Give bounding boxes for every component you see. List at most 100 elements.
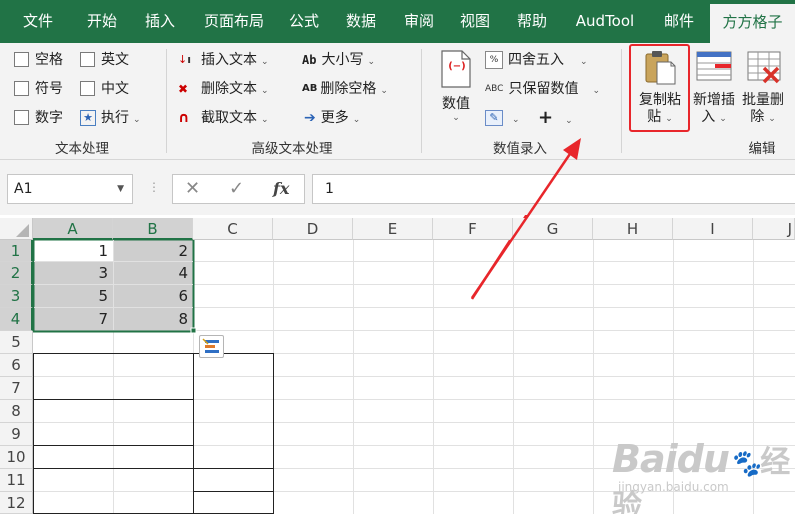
chevron-down-icon: ⌄	[261, 57, 269, 67]
row-header-1[interactable]: 1	[0, 240, 33, 262]
edit-cell-button[interactable]: ✎ ⌄	[485, 106, 520, 130]
name-box[interactable]: A1 ▼	[7, 174, 133, 204]
delete-spaces-button[interactable]: AB 删除空格 ⌄	[302, 77, 388, 101]
row-header-4[interactable]: 4	[0, 308, 33, 331]
checkbox-space[interactable]: 空格	[14, 48, 63, 72]
cell-a3[interactable]: 5	[33, 285, 113, 308]
checkbox-label: 符号	[35, 81, 63, 97]
cell-b2[interactable]: 4	[113, 262, 193, 285]
checkbox-symbol[interactable]: 符号	[14, 77, 63, 101]
fx-icon[interactable]: fx	[273, 179, 289, 198]
cell-a4[interactable]: 7	[33, 308, 113, 331]
checkbox-box[interactable]	[14, 109, 29, 125]
checkbox-box[interactable]	[80, 80, 95, 96]
column-header-e[interactable]: E	[353, 218, 433, 240]
column-header-f[interactable]: F	[433, 218, 513, 240]
checkbox-box[interactable]	[80, 51, 95, 67]
drag-handle-icon[interactable]: ⋮	[148, 180, 160, 194]
row-header-5[interactable]: 5	[0, 331, 33, 354]
delete-spaces-icon: AB	[302, 83, 318, 94]
group-separator	[621, 49, 622, 153]
checkbox-box[interactable]	[14, 51, 29, 67]
case-button[interactable]: Ab 大小写 ⌄	[302, 48, 375, 72]
insert-text-label: 插入文本	[201, 52, 257, 68]
chevron-down-icon: ⌄	[565, 116, 573, 126]
round-button[interactable]: % 四舍五入 ⌄	[485, 48, 588, 72]
group-label-text: 文本处理	[55, 141, 109, 157]
plus-button[interactable]: + ⌄	[538, 106, 573, 130]
batch-delete-button[interactable]: 批量删 除 ⌄	[738, 48, 788, 130]
copy-paste-label-2: 贴	[647, 109, 662, 125]
row-header-9[interactable]: 9	[0, 423, 33, 446]
new-insert-label-1: 新增插	[693, 92, 735, 108]
chevron-down-icon: ⌄	[452, 113, 460, 123]
tab-mail[interactable]: 邮件	[654, 0, 704, 43]
tab-fangfang[interactable]: 方方格子	[710, 4, 795, 43]
more-button[interactable]: ➔ 更多 ⌄	[304, 106, 360, 130]
row-header-12[interactable]: 12	[0, 492, 33, 514]
cancel-icon[interactable]: ✕	[185, 178, 200, 199]
pencil-table-icon: ✎	[485, 110, 503, 126]
select-all-corner[interactable]	[0, 218, 33, 240]
row-header-6[interactable]: 6	[0, 354, 33, 377]
column-header-a[interactable]: A	[33, 218, 113, 240]
confirm-icon[interactable]: ✓	[229, 178, 244, 199]
cell-b4[interactable]: 8	[113, 308, 193, 331]
extract-text-button[interactable]: ∩ 截取文本 ⌄	[178, 106, 269, 130]
tab-review[interactable]: 审阅	[394, 0, 444, 43]
group-label-advanced-text: 高级文本处理	[251, 141, 333, 157]
row-header-7[interactable]: 7	[0, 377, 33, 400]
execute-button[interactable]: ★ 执行 ⌄	[80, 106, 141, 130]
column-header-i[interactable]: I	[673, 218, 753, 240]
tab-file[interactable]: 文件	[10, 0, 66, 43]
column-header-j[interactable]: J	[753, 218, 795, 240]
row-header-11[interactable]: 11	[0, 469, 33, 492]
row-header-3[interactable]: 3	[0, 285, 33, 308]
formula-input[interactable]: 1	[312, 174, 795, 204]
new-insert-button[interactable]: 新增插 入 ⌄	[690, 48, 738, 130]
checkbox-number[interactable]: 数字	[14, 106, 63, 130]
extract-text-icon: ∩	[178, 110, 190, 126]
tab-home[interactable]: 开始	[74, 0, 130, 43]
tab-page-layout[interactable]: 页面布局	[196, 0, 272, 43]
tab-audtool[interactable]: AudTool	[568, 0, 642, 43]
tab-formulas[interactable]: 公式	[280, 0, 328, 43]
quick-analysis-button[interactable]	[199, 335, 224, 358]
delete-text-icon: ✖	[178, 82, 189, 96]
tab-insert[interactable]: 插入	[134, 0, 186, 43]
tab-help[interactable]: 帮助	[506, 0, 558, 43]
checkbox-english[interactable]: 英文	[80, 48, 129, 72]
value-button[interactable]: (−) 数值 ⌄	[434, 49, 478, 135]
column-header-g[interactable]: G	[513, 218, 593, 240]
round-icon: %	[485, 51, 503, 69]
row-header-2[interactable]: 2	[0, 262, 33, 285]
checkbox-chinese[interactable]: 中文	[80, 77, 129, 101]
cell-b1[interactable]: 2	[113, 240, 193, 262]
more-label: 更多	[320, 110, 349, 126]
cell-a1[interactable]: 1	[33, 240, 113, 262]
delete-text-label: 删除文本	[201, 81, 257, 97]
checkbox-box[interactable]	[14, 80, 29, 96]
keep-value-button[interactable]: ABC 只保留数值 ⌄	[485, 77, 600, 101]
column-header-c[interactable]: C	[193, 218, 273, 240]
column-header-h[interactable]: H	[593, 218, 673, 240]
insert-text-button[interactable]: ↓ı 插入文本 ⌄	[178, 48, 269, 72]
chevron-down-icon[interactable]: ▼	[117, 175, 124, 203]
cell-b3[interactable]: 6	[113, 285, 193, 308]
chevron-down-icon: ⌄	[367, 57, 375, 67]
checkbox-label: 数字	[35, 110, 63, 126]
insert-rows-icon	[696, 51, 732, 81]
column-header-d[interactable]: D	[273, 218, 353, 240]
column-header-b[interactable]: B	[113, 218, 193, 240]
delete-text-button[interactable]: ✖ 删除文本 ⌄	[178, 77, 269, 101]
case-icon: Ab	[302, 53, 317, 67]
copy-paste-button[interactable]: 复制粘 贴 ⌄	[632, 48, 688, 130]
tab-view[interactable]: 视图	[450, 0, 500, 43]
row-header-8[interactable]: 8	[0, 400, 33, 423]
tab-data[interactable]: 数据	[336, 0, 386, 43]
worksheet-grid[interactable]: A B C D E F G H I J 1 2 3 4 5 6 7 8 9 10…	[0, 215, 795, 514]
batch-delete-label-1: 批量删	[742, 92, 784, 108]
cell-a2[interactable]: 3	[33, 262, 113, 285]
value-icon-text: (−)	[448, 61, 466, 72]
row-header-10[interactable]: 10	[0, 446, 33, 469]
